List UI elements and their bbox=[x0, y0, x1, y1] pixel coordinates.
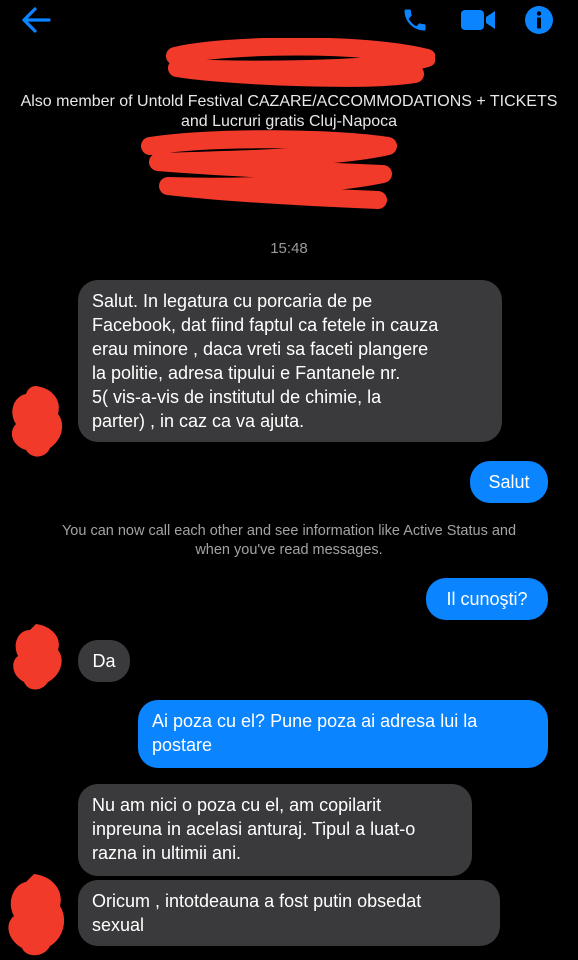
connection-notice: You can now call each other and see info… bbox=[61, 523, 517, 558]
phone-icon[interactable] bbox=[398, 4, 432, 36]
incoming-message-bubble[interactable]: Da bbox=[78, 640, 130, 682]
redacted-avatar bbox=[13, 624, 62, 690]
info-icon[interactable] bbox=[522, 4, 556, 36]
group-description: Also member of Untold Festival CAZARE/AC… bbox=[20, 93, 558, 130]
redacted-name-scribble bbox=[166, 38, 435, 87]
conversation-header-bar bbox=[0, 0, 578, 40]
incoming-message-bubble[interactable]: Salut. In legatura cu porcaria de pe Fac… bbox=[78, 280, 502, 442]
outgoing-message-bubble[interactable]: Salut bbox=[470, 461, 548, 503]
outgoing-message-bubble[interactable]: Il cunoşti? bbox=[426, 578, 548, 620]
video-camera-icon[interactable] bbox=[458, 4, 498, 36]
redacted-info-scribble bbox=[141, 130, 397, 209]
outgoing-message-bubble[interactable]: Ai poza cu el? Pune poza ai adresa lui l… bbox=[138, 700, 548, 768]
redacted-avatar bbox=[11, 386, 63, 457]
incoming-message-bubble[interactable]: Nu am nici o poza cu el, am copilarit in… bbox=[78, 784, 472, 876]
arrow-left-icon[interactable] bbox=[18, 4, 54, 36]
message-timestamp: 15:48 bbox=[270, 240, 308, 257]
redacted-avatar bbox=[8, 874, 65, 956]
incoming-message-bubble[interactable]: Oricum , intotdeauna a fost putin obseda… bbox=[78, 880, 500, 946]
